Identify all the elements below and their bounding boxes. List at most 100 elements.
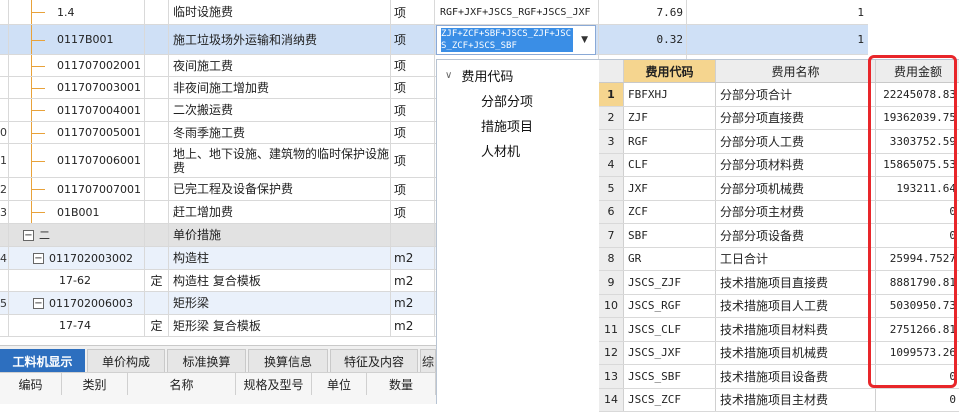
fee-code-cell[interactable]: JSCS_ZJF bbox=[624, 271, 716, 294]
fee-table-row[interactable]: 13JSCS_SBF技术措施项目设备费0 bbox=[599, 365, 959, 389]
name-cell[interactable]: 夜间施工费 bbox=[168, 55, 390, 76]
fee-table-row[interactable]: 6ZCF分部分项主材费0 bbox=[599, 201, 959, 225]
header-fee-amount[interactable]: 费用金额 bbox=[876, 60, 959, 82]
name-cell[interactable]: 临时设施费 bbox=[168, 0, 390, 24]
code-cell[interactable]: 011707004001 bbox=[8, 99, 144, 121]
fee-name-cell[interactable]: 技术措施项目直接费 bbox=[716, 271, 876, 294]
fee-code-cell[interactable]: JSCS_ZCF bbox=[624, 389, 716, 412]
tab-2[interactable]: 标准换算 bbox=[167, 349, 246, 373]
name-cell[interactable]: 构造柱 bbox=[168, 247, 390, 269]
name-cell[interactable]: 矩形梁 复合模板 bbox=[168, 315, 390, 336]
rate-cell[interactable]: 0.32 bbox=[598, 25, 686, 54]
fee-name-cell[interactable]: 分部分项直接费 bbox=[716, 107, 876, 130]
code-cell[interactable]: 0117B001 bbox=[8, 25, 144, 54]
header-fee-name[interactable]: 费用名称 bbox=[716, 60, 876, 82]
fee-code-cell[interactable]: SBF bbox=[624, 224, 716, 247]
name-cell[interactable]: 矩形梁 bbox=[168, 292, 390, 314]
fee-name-cell[interactable]: 分部分项材料费 bbox=[716, 154, 876, 177]
fee-table-row[interactable]: 5JXF分部分项机械费193211.64 bbox=[599, 177, 959, 201]
column-header[interactable]: 名称 bbox=[128, 373, 236, 395]
fee-name-cell[interactable]: 分部分项合计 bbox=[716, 83, 876, 106]
fee-table-row[interactable]: 2ZJF分部分项直接费19362039.75 bbox=[599, 107, 959, 131]
fee-code-cell[interactable]: FBFXHJ bbox=[624, 83, 716, 106]
name-cell[interactable]: 冬雨季施工费 bbox=[168, 122, 390, 143]
fee-name-cell[interactable]: 技术措施项目材料费 bbox=[716, 318, 876, 341]
quantity-cell[interactable]: 1 bbox=[686, 0, 868, 24]
formula-cell[interactable]: RGF+JXF+JSCS_RGF+JSCS_JXF bbox=[434, 0, 598, 24]
tab-3[interactable]: 换算信息 bbox=[248, 349, 328, 373]
column-header[interactable]: 规格及型号 bbox=[236, 373, 312, 395]
fee-table-row[interactable]: 14JSCS_ZCF技术措施项目主材费0 bbox=[599, 389, 959, 412]
name-cell[interactable]: 已完工程及设备保护费 bbox=[168, 178, 390, 200]
tree-node-labor-material-machine[interactable]: 人材机 bbox=[481, 141, 520, 160]
fee-code-cell[interactable]: JSCS_JXF bbox=[624, 342, 716, 365]
fee-name-cell[interactable]: 技术措施项目人工费 bbox=[716, 295, 876, 318]
code-cell[interactable]: 1.4 bbox=[8, 0, 144, 24]
fee-code-cell[interactable]: JSCS_RGF bbox=[624, 295, 716, 318]
table-row[interactable]: 0117B001施工垃圾场外运输和消纳费项0.321 bbox=[0, 25, 868, 55]
tab-4[interactable]: 特征及内容 bbox=[330, 349, 418, 373]
column-header[interactable]: 编码 bbox=[0, 373, 62, 395]
collapse-icon[interactable]: − bbox=[33, 253, 44, 264]
code-cell[interactable]: −011702003002 bbox=[8, 247, 144, 269]
fee-name-cell[interactable]: 技术措施项目机械费 bbox=[716, 342, 876, 365]
table-row[interactable]: 1.4临时设施费项RGF+JXF+JSCS_RGF+JSCS_JXF7.691 bbox=[0, 0, 868, 25]
name-cell[interactable]: 非夜间施工增加费 bbox=[168, 77, 390, 98]
formula-dropdown[interactable]: ZJF+ZCF+SBF+JSCS_ZJF+JSCS_ZCF+JSCS_SBF ▼ bbox=[436, 25, 596, 55]
name-cell[interactable]: 赶工增加费 bbox=[168, 201, 390, 223]
tab-1[interactable]: 单价构成 bbox=[87, 349, 165, 373]
name-cell[interactable]: 二次搬运费 bbox=[168, 99, 390, 121]
fee-table-row[interactable]: 12JSCS_JXF技术措施项目机械费1099573.26 bbox=[599, 342, 959, 366]
code-cell[interactable]: −二 bbox=[8, 224, 144, 246]
fee-code-cell[interactable]: CLF bbox=[624, 154, 716, 177]
tree-node-subsection[interactable]: 分部分项 bbox=[481, 91, 533, 110]
chevron-down-icon[interactable]: ∨ bbox=[445, 70, 452, 81]
fee-name-cell[interactable]: 技术措施项目主材费 bbox=[716, 389, 876, 412]
column-header[interactable]: 类别 bbox=[62, 373, 128, 395]
name-cell[interactable]: 单价措施 bbox=[168, 224, 390, 246]
code-cell[interactable]: −011702006003 bbox=[8, 292, 144, 314]
fee-code-cell[interactable]: JSCS_CLF bbox=[624, 318, 716, 341]
fee-code-cell[interactable]: ZJF bbox=[624, 107, 716, 130]
fee-table-row[interactable]: 7SBF分部分项设备费0 bbox=[599, 224, 959, 248]
chevron-down-icon[interactable]: ▼ bbox=[581, 35, 588, 45]
tree-node-fee-code[interactable]: ∨ 费用代码 bbox=[445, 66, 513, 85]
fee-code-cell[interactable]: GR bbox=[624, 248, 716, 271]
tab-5[interactable]: 综 bbox=[420, 349, 436, 373]
fee-code-cell[interactable]: RGF bbox=[624, 130, 716, 153]
fee-name-cell[interactable]: 技术措施项目设备费 bbox=[716, 365, 876, 388]
fee-table-row[interactable]: 11JSCS_CLF技术措施项目材料费2751266.81 bbox=[599, 318, 959, 342]
fee-code-cell[interactable]: JSCS_SBF bbox=[624, 365, 716, 388]
fee-code-cell[interactable]: JXF bbox=[624, 177, 716, 200]
fee-table-row[interactable]: 10JSCS_RGF技术措施项目人工费5030950.73 bbox=[599, 295, 959, 319]
code-cell[interactable]: 011707005001 bbox=[8, 122, 144, 143]
fee-code-cell[interactable]: ZCF bbox=[624, 201, 716, 224]
formula-input[interactable]: ZJF+ZCF+SBF+JSCS_ZJF+JSCS_ZCF+JSCS_SBF bbox=[441, 28, 573, 52]
fee-name-cell[interactable]: 分部分项机械费 bbox=[716, 177, 876, 200]
fee-table-row[interactable]: 4CLF分部分项材料费15865075.53 bbox=[599, 154, 959, 178]
fee-name-cell[interactable]: 工日合计 bbox=[716, 248, 876, 271]
fee-table-row[interactable]: 8GR工日合计25994.7527 bbox=[599, 248, 959, 272]
fee-name-cell[interactable]: 分部分项设备费 bbox=[716, 224, 876, 247]
code-cell[interactable]: 011707006001 bbox=[8, 144, 144, 177]
code-cell[interactable]: 17-62 bbox=[8, 270, 144, 291]
rate-cell[interactable]: 7.69 bbox=[598, 0, 686, 24]
name-cell[interactable]: 地上、地下设施、建筑物的临时保护设施费 bbox=[168, 144, 390, 177]
collapse-icon[interactable]: − bbox=[23, 230, 34, 241]
column-header[interactable]: 单位 bbox=[312, 373, 367, 395]
fee-name-cell[interactable]: 分部分项人工费 bbox=[716, 130, 876, 153]
code-cell[interactable]: 17-74 bbox=[8, 315, 144, 336]
fee-name-cell[interactable]: 分部分项主材费 bbox=[716, 201, 876, 224]
name-cell[interactable]: 施工垃圾场外运输和消纳费 bbox=[168, 25, 390, 54]
column-header[interactable]: 数量 bbox=[367, 373, 436, 395]
fee-table-row[interactable]: 9JSCS_ZJF技术措施项目直接费8881790.81 bbox=[599, 271, 959, 295]
header-fee-code[interactable]: 费用代码 bbox=[624, 60, 716, 82]
collapse-icon[interactable]: − bbox=[33, 298, 44, 309]
fee-table-row[interactable]: 1FBFXHJ分部分项合计22245078.83 bbox=[599, 83, 959, 107]
code-cell[interactable]: 011707003001 bbox=[8, 77, 144, 98]
tab-0[interactable]: 工料机显示 bbox=[0, 349, 85, 373]
quantity-cell[interactable]: 1 bbox=[686, 25, 868, 54]
tree-node-measures[interactable]: 措施项目 bbox=[481, 116, 533, 135]
name-cell[interactable]: 构造柱 复合模板 bbox=[168, 270, 390, 291]
fee-table-row[interactable]: 3RGF分部分项人工费3303752.59 bbox=[599, 130, 959, 154]
